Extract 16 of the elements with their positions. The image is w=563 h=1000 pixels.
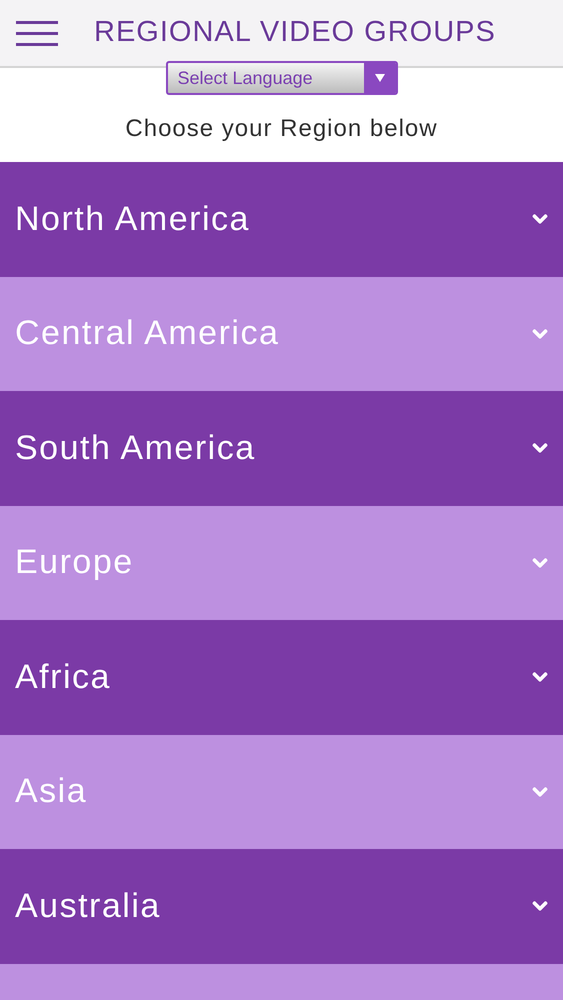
- dropdown-arrow-icon: [374, 74, 384, 82]
- region-label: Central America: [15, 313, 280, 354]
- region-label: Asia: [15, 771, 88, 812]
- menu-icon[interactable]: [16, 20, 58, 46]
- region-label: North America: [15, 198, 250, 240]
- region-row[interactable]: Africa: [0, 620, 563, 734]
- region-row[interactable]: Australia: [0, 849, 563, 964]
- region-label: South America: [15, 428, 256, 469]
- region-prompt: Choose your Region below: [125, 114, 438, 144]
- region-label: Australia: [15, 886, 161, 927]
- region-row[interactable]: North America: [0, 162, 563, 276]
- region-label: Europe: [15, 542, 134, 584]
- region-label: Africa: [15, 656, 111, 698]
- region-row[interactable]: South America: [0, 391, 563, 506]
- language-select[interactable]: Select Language: [166, 61, 398, 95]
- page-title: REGIONAL VIDEO GROUPS: [94, 15, 496, 50]
